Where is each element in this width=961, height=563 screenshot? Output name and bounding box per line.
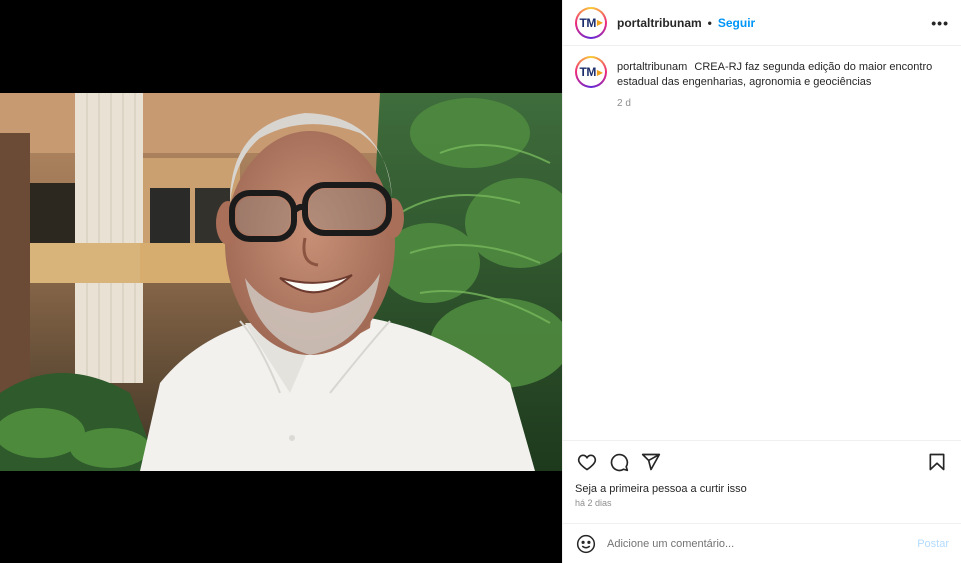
caption-username[interactable]: portaltribunam [617,61,687,73]
separator-dot: • [707,15,712,30]
author-avatar[interactable]: TM ▶ [575,6,607,39]
likes-text: Seja a primeira pessoa a curtir isso [575,483,747,495]
caption-avatar-text: TM [579,65,597,79]
caption-time: 2 d [617,98,631,109]
author-username[interactable]: portaltribunam [617,16,702,30]
comment-icon[interactable] [607,450,631,474]
post-header: TM ▶ portaltribunam • Seguir ••• [563,0,961,46]
post-photo-image [0,93,562,471]
play-icon: ▶ [596,18,603,27]
actions-area: Seja a primeira pessoa a curtir isso há … [563,440,961,508]
post-date: há 2 dias [575,498,612,508]
heart-icon[interactable] [575,450,599,474]
more-options-icon[interactable]: ••• [931,15,949,31]
caption-play-icon: ▶ [596,67,603,77]
share-icon[interactable] [639,450,663,474]
action-icons [575,441,949,483]
emoji-icon[interactable] [575,533,597,555]
avatar-logo: TM ▶ [577,8,605,37]
caption-avatar-logo: TM ▶ [577,58,605,86]
post-comment-button[interactable]: Postar [917,538,949,550]
post-media [0,0,562,563]
header-text: portaltribunam • Seguir [617,16,755,30]
comment-input[interactable] [607,537,918,550]
avatar-text: TM [579,15,597,30]
caption-body: portaltribunam CREA-RJ faz segunda ediçã… [617,56,947,111]
post-modal: TM ▶ portaltribunam • Seguir ••• TM ▶ port… [0,0,961,563]
bookmark-icon[interactable] [925,450,949,474]
caption-avatar[interactable]: TM ▶ [575,56,607,88]
comment-bar: Postar [563,523,961,563]
caption: TM ▶ portaltribunam CREA-RJ faz segunda e… [563,46,961,111]
post-panel: TM ▶ portaltribunam • Seguir ••• TM ▶ port… [562,0,961,563]
post-photo[interactable] [0,93,562,471]
follow-button[interactable]: Seguir [718,16,755,30]
